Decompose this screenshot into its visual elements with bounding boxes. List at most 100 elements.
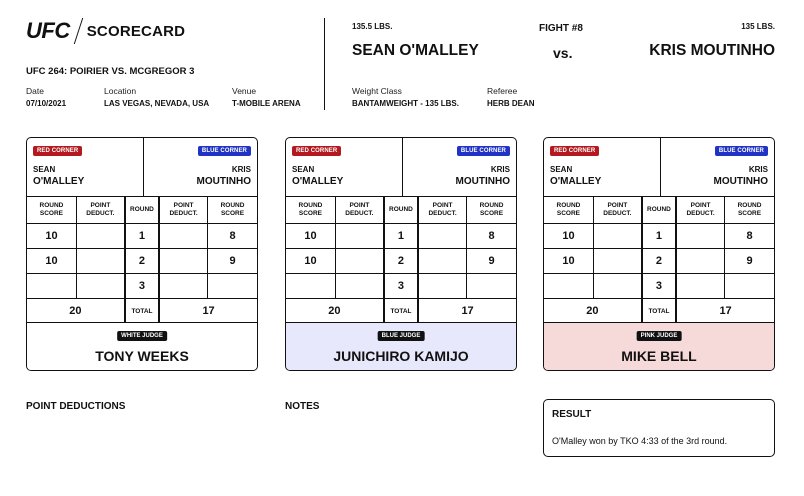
round-header: ROUND	[640, 197, 678, 224]
score-table-header: ROUND SCORE POINT DEDUCT. ROUND POINT DE…	[286, 197, 516, 224]
total-row: 20 TOTAL 17	[27, 298, 257, 324]
judge-panel: WHITE JUDGE TONY WEEKS	[27, 322, 257, 370]
weight-class-value: BANTAMWEIGHT - 135 LBS.	[352, 99, 459, 108]
red-fighter-first-name: SEAN	[33, 165, 56, 174]
red-point-deduction	[593, 223, 643, 249]
total-label: TOTAL	[123, 298, 161, 324]
notes-heading: NOTES	[285, 401, 320, 412]
blue-fighter-last-name: MOUTINHO	[196, 176, 251, 187]
red-point-deduct-header: POINT DEDUCT.	[335, 197, 385, 224]
total-label: TOTAL	[382, 298, 420, 324]
header-divider	[324, 18, 325, 110]
judge-badge: WHITE JUDGE	[117, 331, 167, 341]
score-table-header: ROUND SCORE POINT DEDUCT. ROUND POINT DE…	[27, 197, 257, 224]
red-round-score: 10	[544, 248, 594, 274]
red-round-score: 10	[27, 223, 77, 249]
blue-round-score-header: ROUND SCORE	[466, 197, 516, 224]
red-fighter-last-name: O'MALLEY	[550, 176, 602, 187]
fight-number: FIGHT #8	[539, 23, 583, 34]
score-table: ROUND SCORE POINT DEDUCT. ROUND POINT DE…	[544, 197, 774, 324]
blue-total: 17	[719, 305, 732, 318]
result-text: O'Malley won by TKO 4:33 of the 3rd roun…	[552, 436, 728, 446]
logo-divider	[73, 18, 83, 44]
referee-value: HERB DEAN	[487, 99, 535, 108]
point-deductions-heading: POINT DEDUCTIONS	[26, 401, 126, 412]
red-corner-fighter: SEAN O'MALLEY	[292, 164, 343, 188]
judge-name: MIKE BELL	[621, 348, 697, 364]
corner-divider	[660, 138, 661, 197]
venue-value: T-MOBILE ARENA	[232, 99, 301, 108]
blue-fighter-weight: 135 LBS.	[741, 22, 775, 31]
blue-round-score: 8	[207, 223, 257, 249]
red-point-deduction	[76, 223, 126, 249]
blue-point-deduction	[676, 273, 726, 299]
red-total: 20	[286, 298, 385, 324]
blue-point-deduct-header: POINT DEDUCT.	[676, 197, 726, 224]
round-number: 3	[640, 273, 678, 299]
judge-name: TONY WEEKS	[95, 348, 189, 364]
result-box: RESULT O'Malley won by TKO 4:33 of the 3…	[543, 399, 775, 457]
blue-corner-fighter: KRIS MOUTINHO	[456, 164, 510, 188]
red-round-score: 10	[286, 223, 336, 249]
red-corner-badge: RED CORNER	[292, 146, 342, 156]
round-row: 3	[544, 273, 774, 299]
red-fighter-first-name: SEAN	[292, 165, 315, 174]
blue-round-score	[207, 273, 257, 299]
blue-point-deduction	[418, 248, 468, 274]
red-round-score-header: ROUND SCORE	[286, 197, 336, 224]
red-point-deduction	[335, 273, 385, 299]
scorecard-white-judge: RED CORNER BLUE CORNER SEAN O'MALLEY KRI…	[26, 137, 258, 371]
red-point-deduct-header: POINT DEDUCT.	[76, 197, 126, 224]
result-heading: RESULT	[552, 409, 592, 420]
blue-round-score	[466, 273, 516, 299]
red-round-score-header: ROUND SCORE	[544, 197, 594, 224]
corner-header: RED CORNER BLUE CORNER SEAN O'MALLEY KRI…	[286, 138, 516, 197]
round-row: 10 2 9	[286, 248, 516, 274]
red-point-deduction	[335, 248, 385, 274]
blue-round-score: 8	[724, 223, 774, 249]
venue-label: Venue	[232, 86, 257, 96]
round-header: ROUND	[382, 197, 420, 224]
red-fighter-last-name: O'MALLEY	[292, 176, 344, 187]
red-corner-badge: RED CORNER	[33, 146, 83, 156]
blue-fighter-last-name: MOUTINHO	[455, 176, 510, 187]
total-row: 20 TOTAL 17	[286, 298, 516, 324]
red-round-score	[544, 273, 594, 299]
date-value: 07/10/2021	[26, 99, 67, 108]
round-row: 10 1 8	[544, 223, 774, 249]
total-label: TOTAL	[640, 298, 678, 324]
round-row: 3	[286, 273, 516, 299]
total-row: 20 TOTAL 17	[544, 298, 774, 324]
blue-corner-badge: BLUE CORNER	[714, 146, 768, 156]
red-corner-badge: RED CORNER	[550, 146, 600, 156]
blue-round-score-header: ROUND SCORE	[724, 197, 774, 224]
blue-total: 17	[461, 305, 474, 318]
red-point-deduction	[76, 273, 126, 299]
blue-round-score: 9	[724, 248, 774, 274]
red-point-deduction	[335, 223, 385, 249]
red-point-deduct-header: POINT DEDUCT.	[593, 197, 643, 224]
blue-point-deduction	[676, 248, 726, 274]
round-row: 10 2 9	[544, 248, 774, 274]
red-point-deduction	[593, 248, 643, 274]
scorecard-blue-judge: RED CORNER BLUE CORNER SEAN O'MALLEY KRI…	[285, 137, 517, 371]
round-number: 1	[382, 223, 420, 249]
round-number: 2	[640, 248, 678, 274]
corner-header: RED CORNER BLUE CORNER SEAN O'MALLEY KRI…	[544, 138, 774, 197]
logo-scorecard-text: SCORECARD	[86, 22, 186, 40]
red-point-deduction	[76, 248, 126, 274]
red-total: 20	[27, 298, 126, 324]
corner-header: RED CORNER BLUE CORNER SEAN O'MALLEY KRI…	[27, 138, 257, 197]
score-table: ROUND SCORE POINT DEDUCT. ROUND POINT DE…	[286, 197, 516, 324]
round-number: 1	[640, 223, 678, 249]
red-round-score: 10	[286, 248, 336, 274]
blue-point-deduction	[418, 273, 468, 299]
round-number: 2	[382, 248, 420, 274]
round-number: 3	[123, 273, 161, 299]
blue-corner-badge: BLUE CORNER	[456, 146, 510, 156]
judge-name: JUNICHIRO KAMIJO	[333, 348, 469, 364]
blue-round-score-header: ROUND SCORE	[207, 197, 257, 224]
red-fighter-last-name: O'MALLEY	[33, 176, 85, 187]
blue-corner-fighter: KRIS MOUTINHO	[197, 164, 251, 188]
red-total: 20	[544, 298, 643, 324]
